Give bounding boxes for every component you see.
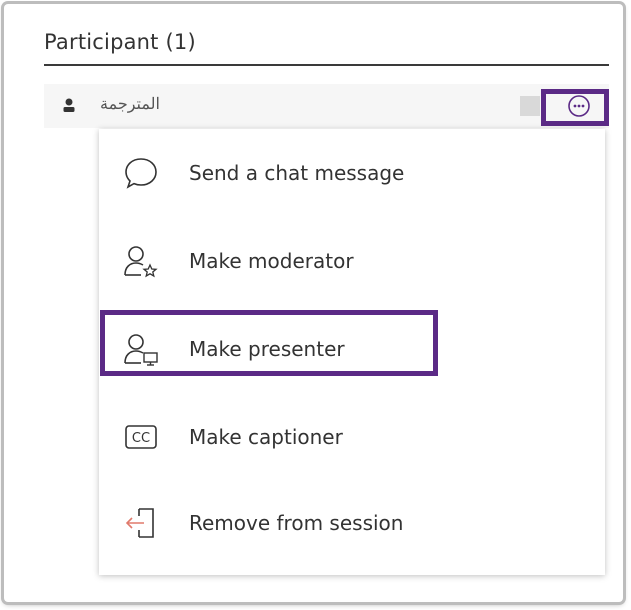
menu-item-label: Make moderator (189, 249, 354, 273)
panel-title: Participant (1) (44, 30, 196, 54)
menu-item-remove-from-session[interactable]: Remove from session (99, 491, 605, 551)
menu-item-send-chat[interactable]: Send a chat message (99, 141, 605, 201)
closed-caption-icon: CC (125, 425, 157, 449)
chat-bubble-icon (125, 158, 157, 189)
title-divider (44, 64, 609, 66)
menu-item-make-captioner[interactable]: CC Make captioner (99, 405, 605, 465)
menu-item-make-moderator[interactable]: Make moderator (99, 229, 605, 289)
menu-item-label: Send a chat message (189, 161, 405, 185)
status-indicator (520, 96, 540, 116)
more-options-icon[interactable] (567, 94, 591, 118)
svg-text:CC: CC (132, 431, 150, 446)
person-icon (63, 98, 75, 112)
user-star-icon (124, 246, 158, 278)
menu-item-label: Make captioner (189, 425, 343, 449)
remove-exit-icon (125, 508, 154, 538)
participant-name: المترجمة (100, 94, 160, 113)
menu-item-label: Remove from session (189, 511, 404, 535)
participant-row[interactable]: المترجمة (44, 84, 609, 128)
make-presenter-highlight (100, 310, 438, 376)
